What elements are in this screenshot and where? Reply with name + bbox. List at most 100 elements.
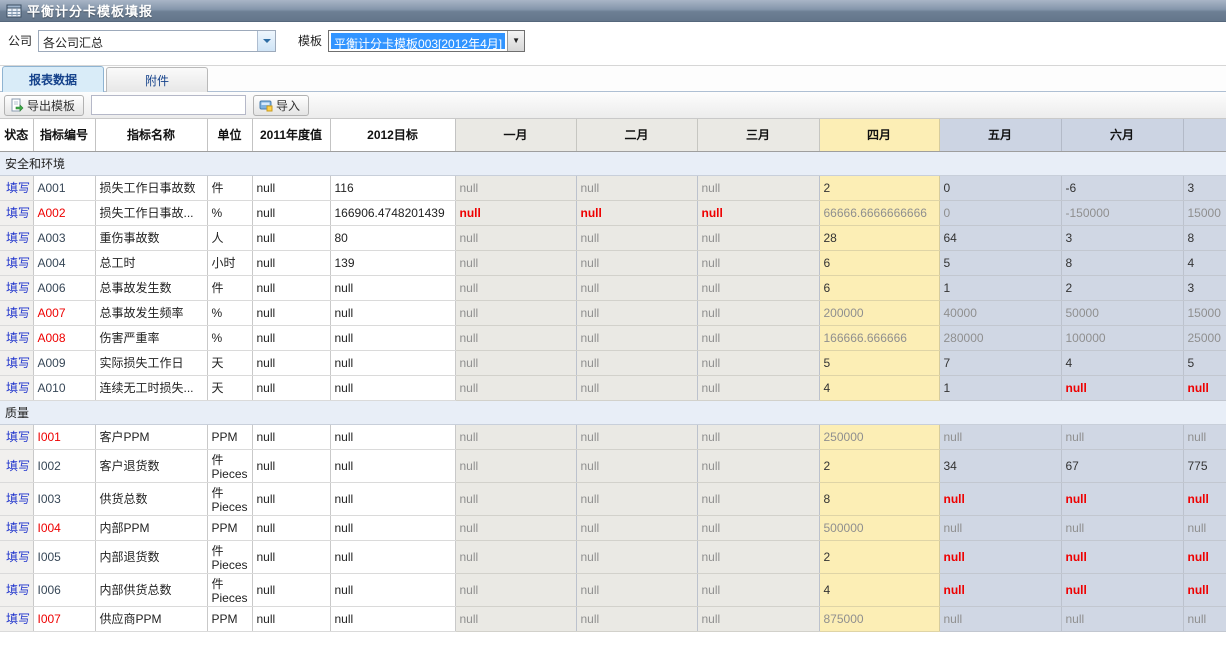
chevron-down-icon[interactable] xyxy=(257,31,275,51)
value-2011-cell: null xyxy=(252,375,330,400)
month-cell: null xyxy=(697,606,819,631)
value-2011-cell: null xyxy=(252,606,330,631)
month-cell: 8 xyxy=(1061,250,1183,275)
column-header-7[interactable]: 一月 xyxy=(455,119,576,151)
indicator-name: 内部退货数 xyxy=(95,540,207,573)
import-button[interactable]: 导入 xyxy=(253,95,309,116)
column-header-12[interactable]: 六月 xyxy=(1061,119,1183,151)
template-select[interactable]: 平衡计分卡模板003[2012年4月] ▼ xyxy=(328,30,525,52)
indicator-name: 供应商PPM xyxy=(95,606,207,631)
month-cell: 6 xyxy=(819,250,939,275)
fill-in-link[interactable]: 填写 xyxy=(6,381,30,395)
month-cell: null xyxy=(455,175,576,200)
month-cell: null xyxy=(455,606,576,631)
target-2012-cell: null xyxy=(330,573,455,606)
dropdown-arrow-icon[interactable]: ▼ xyxy=(507,31,524,51)
indicator-name: 客户退货数 xyxy=(95,449,207,482)
column-header-4[interactable]: 单位 xyxy=(207,119,252,151)
fill-in-link[interactable]: 填写 xyxy=(6,281,30,295)
month-cell: null xyxy=(455,300,576,325)
month-cell: null xyxy=(455,350,576,375)
unit-cell: 件Pieces xyxy=(207,540,252,573)
target-2012-cell: null xyxy=(330,350,455,375)
column-header-9[interactable]: 三月 xyxy=(697,119,819,151)
indicator-row: 填写I007供应商PPMPPMnullnullnullnullnull87500… xyxy=(0,606,1226,631)
import-label: 导入 xyxy=(276,97,300,114)
import-file-input[interactable] xyxy=(91,95,246,115)
fill-in-link[interactable]: 填写 xyxy=(6,306,30,320)
company-select[interactable]: 各公司汇总 xyxy=(38,30,276,52)
tab-report-data[interactable]: 报表数据 xyxy=(2,66,104,92)
tab-attachments[interactable]: 附件 xyxy=(106,67,208,92)
value-2011-cell: null xyxy=(252,350,330,375)
column-header-3[interactable]: 指标名称 xyxy=(95,119,207,151)
data-grid: 状态指标编号指标名称单位2011年度值2012目标一月二月三月四月五月六月 安全… xyxy=(0,119,1226,647)
fill-in-link[interactable]: 填写 xyxy=(6,612,30,626)
indicator-code: A002 xyxy=(33,200,95,225)
value-2011-cell: null xyxy=(252,250,330,275)
fill-in-link[interactable]: 填写 xyxy=(6,331,30,345)
fill-in-link[interactable]: 填写 xyxy=(6,206,30,220)
status-cell: 填写 xyxy=(0,540,33,573)
indicator-row: 填写A001损失工作日事故数件null116nullnullnull20-63 xyxy=(0,175,1226,200)
indicator-row: 填写A003重伤事故数人null80nullnullnull286438 xyxy=(0,225,1226,250)
month-cell: 5 xyxy=(819,350,939,375)
month-cell: null xyxy=(576,325,697,350)
column-header-6[interactable]: 2012目标 xyxy=(330,119,455,151)
month-cell: 25000 xyxy=(1183,325,1226,350)
fill-in-link[interactable]: 填写 xyxy=(6,521,30,535)
fill-in-link[interactable]: 填写 xyxy=(6,430,30,444)
value-2011-cell: null xyxy=(252,482,330,515)
month-cell: 1 xyxy=(939,375,1061,400)
month-cell: null xyxy=(1061,515,1183,540)
column-header-2[interactable]: 指标编号 xyxy=(33,119,95,151)
month-cell: null xyxy=(1061,375,1183,400)
month-cell: 2 xyxy=(1061,275,1183,300)
month-cell: 3 xyxy=(1183,275,1226,300)
fill-in-link[interactable]: 填写 xyxy=(6,492,30,506)
month-cell: null xyxy=(697,300,819,325)
month-cell: null xyxy=(1183,606,1226,631)
column-header-13[interactable] xyxy=(1183,119,1226,151)
fill-in-link[interactable]: 填写 xyxy=(6,459,30,473)
export-template-button[interactable]: 导出模板 xyxy=(4,95,84,116)
month-cell: 6 xyxy=(819,275,939,300)
indicator-name: 重伤事故数 xyxy=(95,225,207,250)
unit-cell: 件Pieces xyxy=(207,482,252,515)
column-header-11[interactable]: 五月 xyxy=(939,119,1061,151)
fill-in-link[interactable]: 填写 xyxy=(6,181,30,195)
month-cell: 875000 xyxy=(819,606,939,631)
month-cell: 28 xyxy=(819,225,939,250)
column-header-5[interactable]: 2011年度值 xyxy=(252,119,330,151)
month-cell: 66666.6666666666 xyxy=(819,200,939,225)
indicator-name: 总工时 xyxy=(95,250,207,275)
month-cell: -6 xyxy=(1061,175,1183,200)
fill-in-link[interactable]: 填写 xyxy=(6,231,30,245)
month-cell: null xyxy=(1183,540,1226,573)
month-cell: null xyxy=(576,573,697,606)
value-2011-cell: null xyxy=(252,573,330,606)
indicator-row: 填写I004内部PPMPPMnullnullnullnullnull500000… xyxy=(0,515,1226,540)
month-cell: 280000 xyxy=(939,325,1061,350)
month-cell: 775 xyxy=(1183,449,1226,482)
month-cell: 2 xyxy=(819,449,939,482)
status-cell: 填写 xyxy=(0,573,33,606)
target-2012-cell: null xyxy=(330,375,455,400)
month-cell: null xyxy=(939,482,1061,515)
column-header-8[interactable]: 二月 xyxy=(576,119,697,151)
fill-in-link[interactable]: 填写 xyxy=(6,550,30,564)
fill-in-link[interactable]: 填写 xyxy=(6,356,30,370)
indicator-row: 填写I006内部供货总数件Piecesnullnullnullnullnull4… xyxy=(0,573,1226,606)
column-header-10[interactable]: 四月 xyxy=(819,119,939,151)
month-cell: null xyxy=(576,482,697,515)
indicator-code: A006 xyxy=(33,275,95,300)
month-cell: null xyxy=(697,200,819,225)
fill-in-link[interactable]: 填写 xyxy=(6,256,30,270)
indicator-row: 填写A006总事故发生数件nullnullnullnullnull6123 xyxy=(0,275,1226,300)
month-cell: null xyxy=(576,375,697,400)
month-cell: null xyxy=(455,275,576,300)
column-header-1[interactable]: 状态 xyxy=(0,119,33,151)
fill-in-link[interactable]: 填写 xyxy=(6,583,30,597)
month-cell: 3 xyxy=(1061,225,1183,250)
indicator-code: A004 xyxy=(33,250,95,275)
